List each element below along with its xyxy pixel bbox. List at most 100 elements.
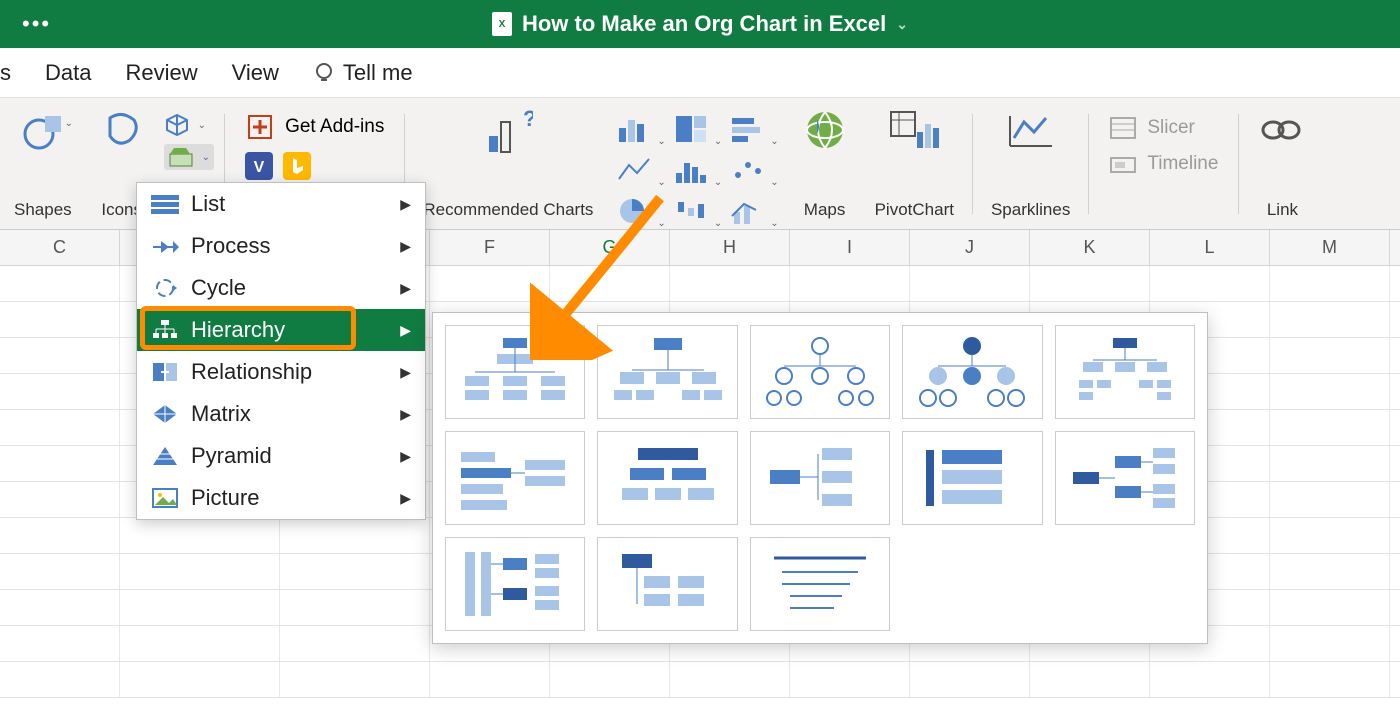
pie-chart-button[interactable]: ⌄ — [617, 196, 665, 231]
link-icon — [1257, 108, 1307, 152]
smartart-button[interactable]: ⌄ — [164, 144, 214, 170]
svg-text:V: V — [254, 159, 265, 176]
smartart-pyramid[interactable]: Pyramid▶ — [137, 435, 425, 477]
recommended-charts-button[interactable]: ? Recommended Charts — [409, 108, 607, 220]
timeline-button[interactable]: Timeline — [1109, 152, 1218, 176]
matrix-icon — [151, 403, 179, 425]
smartart-matrix[interactable]: Matrix▶ — [137, 393, 425, 435]
globe-icon — [803, 108, 847, 152]
col-header[interactable]: C — [0, 230, 120, 265]
chevron-right-icon: ▶ — [400, 490, 411, 507]
col-header[interactable]: G — [550, 230, 670, 265]
separator — [1238, 114, 1239, 214]
3d-models-button[interactable]: ⌄ — [164, 112, 214, 138]
shapes-icon — [21, 108, 65, 152]
chevron-down-icon: ⌄ — [198, 120, 206, 131]
tab-partial[interactable]: s — [0, 60, 11, 86]
tab-review[interactable]: Review — [125, 60, 197, 86]
hierarchy-layout-7[interactable] — [597, 431, 737, 525]
col-header[interactable]: J — [910, 230, 1030, 265]
smartart-hierarchy[interactable]: Hierarchy▶ — [137, 309, 425, 351]
hierarchy-layout-2[interactable] — [597, 325, 737, 419]
histogram-button[interactable]: ⌄ — [674, 155, 722, 190]
hierarchy-layout-9[interactable] — [902, 431, 1042, 525]
hierarchy-layout-3[interactable] — [750, 325, 890, 419]
hierarchy-icon — [151, 319, 179, 341]
excel-doc-icon: X — [492, 12, 512, 36]
smartart-process[interactable]: Process▶ — [137, 225, 425, 267]
titlebar: ••• X How to Make an Org Chart in Excel … — [0, 0, 1400, 48]
col-header[interactable]: K — [1030, 230, 1150, 265]
smartart-list[interactable]: List▶ — [137, 183, 425, 225]
separator — [1088, 114, 1089, 214]
tell-me-search[interactable]: Tell me — [313, 60, 413, 86]
picture-icon — [151, 487, 179, 509]
document-title: How to Make an Org Chart in Excel — [522, 11, 886, 37]
col-header[interactable]: M — [1270, 230, 1390, 265]
shapes-button[interactable]: ⌄ Shapes — [0, 108, 86, 220]
svg-text:?: ? — [523, 108, 533, 131]
smartart-relationship[interactable]: Relationship▶ — [137, 351, 425, 393]
chevron-right-icon: ▶ — [400, 322, 411, 339]
column-chart-button[interactable]: ⌄ — [617, 114, 665, 149]
hierarchy-layout-8[interactable] — [750, 431, 890, 525]
waterfall-button[interactable]: ⌄ — [674, 196, 722, 231]
visio-icon[interactable]: V — [245, 152, 273, 180]
smartart-picture[interactable]: Picture▶ — [137, 477, 425, 519]
chevron-down-icon: ⌄ — [202, 152, 210, 163]
chevron-right-icon: ▶ — [400, 196, 411, 213]
tab-view[interactable]: View — [232, 60, 279, 86]
chevron-down-icon: ⌄ — [65, 118, 73, 129]
cycle-icon — [151, 277, 179, 299]
pivotchart-button[interactable]: PivotChart — [861, 108, 968, 220]
relationship-icon — [151, 361, 179, 383]
chevron-right-icon: ▶ — [400, 238, 411, 255]
hierarchy-gallery — [432, 312, 1208, 644]
document-title-area[interactable]: X How to Make an Org Chart in Excel ⌄ — [492, 11, 908, 37]
col-header[interactable]: H — [670, 230, 790, 265]
tab-data[interactable]: Data — [45, 60, 91, 86]
scatter-chart-button[interactable]: ⌄ — [730, 155, 778, 190]
chevron-right-icon: ▶ — [400, 406, 411, 423]
sparklines-button[interactable]: Sparklines — [977, 108, 1084, 220]
window-menu-icon[interactable]: ••• — [22, 11, 51, 37]
chevron-right-icon: ▶ — [400, 280, 411, 297]
timeline-icon — [1109, 152, 1137, 176]
smartart-icon — [168, 146, 194, 168]
chart-type-grid: ⌄ ⌄ ⌄ ⌄ ⌄ ⌄ ⌄ ⌄ ⌄ — [607, 108, 788, 237]
sparklines-icon — [1006, 108, 1056, 152]
icons-icon — [100, 108, 144, 152]
rec-charts-icon: ? — [483, 108, 533, 158]
3d-models-icon — [164, 112, 190, 138]
hierarchy-layout-12[interactable] — [597, 537, 737, 631]
hierarchy-layout-10[interactable] — [1055, 431, 1195, 525]
pyramid-icon — [151, 445, 179, 467]
col-header[interactable]: I — [790, 230, 910, 265]
hierarchy-layout-11[interactable] — [445, 537, 585, 631]
hierarchy-layout-6[interactable] — [445, 431, 585, 525]
link-button[interactable]: Link — [1243, 108, 1321, 220]
pivotchart-icon — [887, 108, 941, 152]
treemap-button[interactable]: ⌄ — [674, 114, 722, 149]
hierarchy-layout-5[interactable] — [1055, 325, 1195, 419]
hierarchy-layout-1[interactable] — [445, 325, 585, 419]
list-icon — [151, 193, 179, 215]
title-dropdown-icon[interactable]: ⌄ — [896, 16, 908, 33]
hierarchy-layout-4[interactable] — [902, 325, 1042, 419]
bing-icon[interactable] — [283, 152, 311, 180]
bar-chart-button[interactable]: ⌄ — [730, 114, 778, 149]
chevron-right-icon: ▶ — [400, 364, 411, 381]
get-addins-button[interactable]: Get Add-ins — [245, 112, 384, 142]
combo-chart-button[interactable]: ⌄ — [730, 196, 778, 231]
process-icon — [151, 235, 179, 257]
lightbulb-icon — [313, 62, 335, 84]
hierarchy-layout-13[interactable] — [750, 537, 890, 631]
chevron-right-icon: ▶ — [400, 448, 411, 465]
smartart-cycle[interactable]: Cycle▶ — [137, 267, 425, 309]
col-header[interactable]: F — [430, 230, 550, 265]
line-chart-button[interactable]: ⌄ — [617, 155, 665, 190]
addins-icon — [245, 112, 275, 142]
maps-button[interactable]: Maps — [789, 108, 861, 220]
col-header[interactable]: L — [1150, 230, 1270, 265]
slicer-button[interactable]: Slicer — [1109, 116, 1218, 140]
